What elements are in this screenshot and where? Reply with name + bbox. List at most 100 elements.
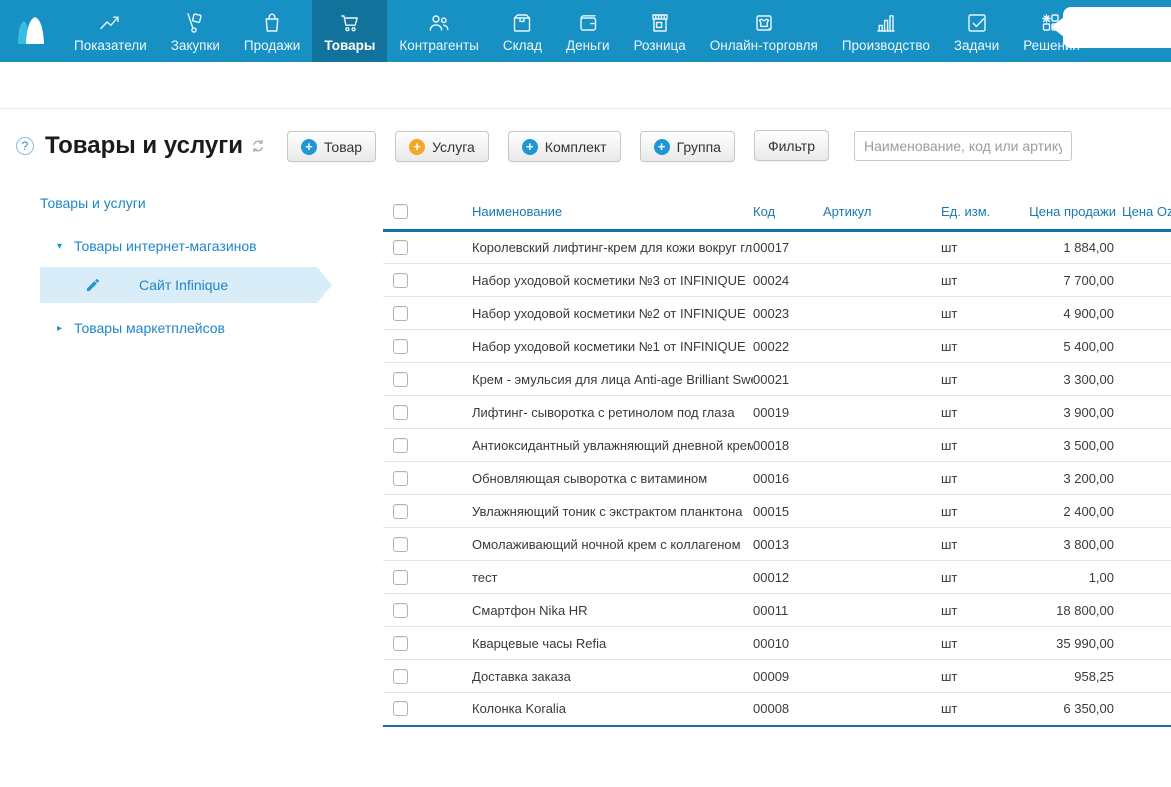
nav-item[interactable]: Деньги [554, 0, 622, 62]
cell-unit: шт [935, 593, 1020, 627]
nav-item[interactable]: Продажи [232, 0, 312, 62]
row-checkbox[interactable] [393, 569, 408, 585]
col-sale-price[interactable]: Цена продажи [1020, 195, 1116, 232]
cell-name[interactable]: Увлажняющий тоник с экстрактом планктона [472, 494, 753, 528]
col-article[interactable]: Артикул [823, 195, 935, 232]
toolbar-button[interactable]: + Группа [639, 131, 735, 162]
cell-name[interactable]: Королевский лифтинг-крем для кожи вокруг… [472, 230, 753, 264]
plus-icon: + [409, 138, 426, 155]
cell-name[interactable]: Крем - эмульсия для лица Anti-age Brilli… [472, 362, 753, 396]
row-checkbox[interactable] [393, 503, 408, 519]
cell-sale-price: 1 884,00 [1020, 230, 1116, 264]
col-name[interactable]: Наименование [472, 195, 753, 232]
cell-unit: шт [935, 461, 1020, 495]
chevron-right-icon[interactable]: ▸ [57, 323, 66, 334]
table-row[interactable]: тест 00012 шт 1,00 [383, 560, 1171, 594]
cell-article [823, 362, 935, 396]
table-row[interactable]: Набор уходовой косметики №3 от INFINIQUE… [383, 263, 1171, 297]
toolbar-buttons: + Товар + Услуга + Комплект + Группа Фил… [286, 130, 848, 162]
nav-item[interactable]: Закупки [159, 0, 232, 62]
pencil-icon[interactable] [85, 277, 101, 293]
table-row[interactable]: Доставка заказа 00009 шт 958,25 [383, 659, 1171, 693]
row-checkbox[interactable] [393, 536, 408, 552]
col-code[interactable]: Код [753, 195, 823, 232]
cell-name[interactable]: тест [472, 560, 753, 594]
cell-name[interactable]: Набор уходовой косметики №3 от INFINIQUE [472, 263, 753, 297]
cell-code: 00019 [753, 395, 823, 429]
cell-name[interactable]: Набор уходовой косметики №2 от INFINIQUE [472, 296, 753, 330]
nav-item[interactable]: Производство [830, 0, 942, 62]
table-row[interactable]: Набор уходовой косметики №2 от INFINIQUE… [383, 296, 1171, 330]
select-all-checkbox[interactable] [393, 204, 408, 219]
cell-ozon-price [1116, 659, 1171, 693]
row-checkbox[interactable] [393, 305, 408, 321]
cell-name[interactable]: Набор уходовой косметики №1 от INFINIQUE [472, 329, 753, 363]
cell-name[interactable]: Обновляющая сыворотка с витамином [472, 461, 753, 495]
help-icon[interactable]: ? [16, 137, 34, 155]
nav-item[interactable]: Показатели [62, 0, 159, 62]
table-row[interactable]: Колонка Koralia 00008 шт 6 350,00 [383, 692, 1171, 727]
row-checkbox[interactable] [393, 240, 408, 255]
toolbar-button[interactable]: + Товар [286, 131, 377, 162]
handtruck-icon [182, 10, 208, 36]
cell-sale-price: 3 300,00 [1020, 362, 1116, 396]
row-checkbox[interactable] [393, 635, 408, 651]
table-row[interactable]: Обновляющая сыворотка с витамином 00016 … [383, 461, 1171, 495]
cell-name[interactable]: Колонка Koralia [472, 692, 753, 727]
tree-group-marketplaces[interactable]: ▸ Товары маркетплейсов [40, 320, 383, 336]
col-ozon-price[interactable]: Цена Ozon [1116, 195, 1171, 232]
table-row[interactable]: Омолаживающий ночной крем с коллагеном 0… [383, 527, 1171, 561]
toolbar-button[interactable]: + Услуга [395, 131, 489, 162]
row-checkbox[interactable] [393, 404, 408, 420]
cell-name[interactable]: Доставка заказа [472, 659, 753, 693]
refresh-icon[interactable] [251, 139, 265, 153]
table-row[interactable]: Смартфон Nika HR 00011 шт 18 800,00 [383, 593, 1171, 627]
row-checkbox[interactable] [393, 338, 408, 354]
table-header-row: Наименование Код Артикул Ед. изм. Цена п… [383, 195, 1171, 232]
cell-name[interactable]: Омолаживающий ночной крем с коллагеном [472, 527, 753, 561]
toolbar-button[interactable]: + Комплект [507, 131, 621, 162]
table-row[interactable]: Набор уходовой косметики №1 от INFINIQUE… [383, 329, 1171, 363]
toolbar-button[interactable]: Фильтр [753, 130, 829, 161]
search-input[interactable] [854, 131, 1072, 161]
nav-item[interactable]: Склад [491, 0, 554, 62]
table-row[interactable]: Королевский лифтинг-крем для кожи вокруг… [383, 230, 1171, 264]
cell-sale-price: 4 900,00 [1020, 296, 1116, 330]
cell-name[interactable]: Смартфон Nika HR [472, 593, 753, 627]
cell-name[interactable]: Лифтинг- сыворотка с ретинолом под глаза [472, 395, 753, 429]
row-checkbox[interactable] [393, 701, 408, 717]
tree-group-internet-shops[interactable]: ▾ Товары интернет-магазинов [40, 238, 383, 254]
cell-name[interactable]: Кварцевые часы Refia [472, 626, 753, 660]
tree-item-selected[interactable]: Сайт Infinique [40, 267, 332, 303]
tree-root-link[interactable]: Товары и услуги [40, 195, 146, 211]
nav-item[interactable]: Задачи [942, 0, 1011, 62]
cell-unit: шт [935, 527, 1020, 561]
table-row[interactable]: Кварцевые часы Refia 00010 шт 35 990,00 [383, 626, 1171, 660]
nav-item[interactable]: Контрагенты [387, 0, 491, 62]
table-row[interactable]: Крем - эмульсия для лица Anti-age Brilli… [383, 362, 1171, 396]
row-checkbox[interactable] [393, 470, 408, 486]
nav-item[interactable]: Розница [622, 0, 698, 62]
cell-code: 00021 [753, 362, 823, 396]
nav-item[interactable]: Онлайн-торговля [698, 0, 830, 62]
row-checkbox[interactable] [393, 437, 408, 453]
table-row[interactable]: Увлажняющий тоник с экстрактом планктона… [383, 494, 1171, 528]
cell-ozon-price [1116, 362, 1171, 396]
chevron-down-icon[interactable]: ▾ [57, 241, 66, 252]
cell-name[interactable]: Антиоксидантный увлажняющий дневной крем [472, 428, 753, 462]
cell-code: 00008 [753, 692, 823, 727]
nav-item[interactable]: Товары [312, 0, 388, 62]
row-checkbox[interactable] [393, 602, 408, 618]
row-checkbox[interactable] [393, 371, 408, 387]
col-unit[interactable]: Ед. изм. [935, 195, 1020, 232]
row-checkbox[interactable] [393, 272, 408, 288]
cell-unit: шт [935, 659, 1020, 693]
cell-code: 00010 [753, 626, 823, 660]
table-row[interactable]: Антиоксидантный увлажняющий дневной крем… [383, 428, 1171, 462]
app-logo[interactable] [0, 0, 62, 62]
row-checkbox[interactable] [393, 668, 408, 684]
cell-article [823, 527, 935, 561]
cell-sale-price: 6 350,00 [1020, 692, 1116, 727]
table-row[interactable]: Лифтинг- сыворотка с ретинолом под глаза… [383, 395, 1171, 429]
cell-ozon-price [1116, 329, 1171, 363]
